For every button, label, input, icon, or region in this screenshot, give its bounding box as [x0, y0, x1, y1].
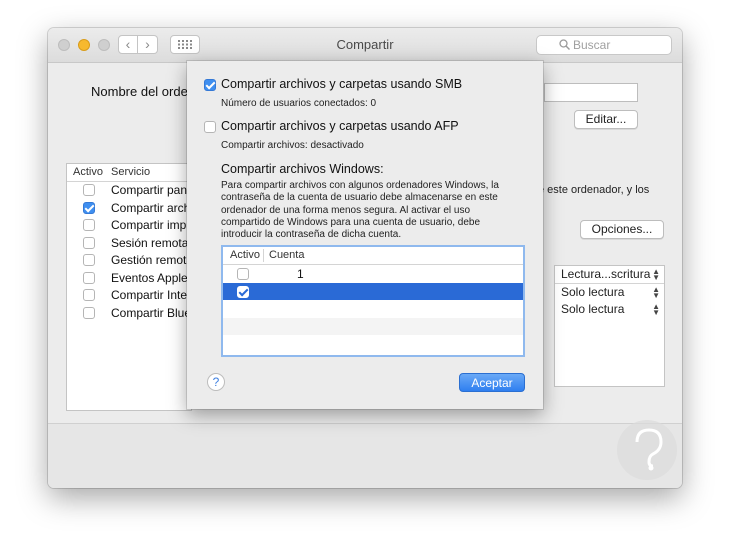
service-checkbox[interactable] [83, 306, 95, 319]
accounts-table-header: Activo Cuenta [223, 247, 523, 265]
smb-status: Número de usuarios conectados: 0 [221, 98, 377, 109]
services-table: Activo Servicio Compartir panta Compartir… [66, 163, 192, 411]
service-checkbox[interactable] [83, 289, 95, 301]
service-checkbox[interactable] [83, 201, 95, 214]
service-row[interactable]: Compartir impre [67, 217, 191, 235]
smb-options-sheet: Compartir archivos y carpetas usando SMB… [187, 61, 543, 409]
column-service[interactable]: Servicio [111, 166, 150, 178]
service-label: Compartir Bluet [111, 305, 192, 320]
service-checkbox[interactable] [83, 184, 95, 196]
service-checkbox[interactable] [83, 254, 95, 266]
accept-button[interactable]: Aceptar [459, 373, 525, 392]
service-row[interactable]: Compartir archi [67, 200, 191, 218]
empty-row [223, 317, 523, 335]
service-row[interactable]: Gestión remota [67, 252, 191, 270]
updown-icon: ▲ ▼ [652, 285, 660, 300]
empty-row [223, 300, 523, 318]
updown-icon: ▲ ▼ [652, 267, 660, 282]
service-checkbox[interactable] [83, 219, 95, 231]
account-checkbox[interactable] [237, 268, 249, 280]
account-name: 1 [297, 267, 304, 281]
options-button[interactable]: Opciones... [580, 220, 664, 239]
service-label: Gestión remota [111, 253, 192, 267]
service-checkbox[interactable] [83, 271, 95, 284]
windows-sharing-description: Para compartir archivos con algunos orde… [221, 180, 499, 241]
service-checkbox[interactable] [83, 236, 95, 249]
permission-value: Solo lectura [561, 302, 625, 316]
search-placeholder: Buscar [573, 38, 611, 52]
service-row[interactable]: Eventos Apple r [67, 270, 191, 288]
account-checkbox[interactable] [237, 285, 249, 298]
permissions-header-label: Lectura...scritura [561, 267, 651, 281]
column-active[interactable]: Activo [230, 249, 260, 261]
column-divider [263, 249, 264, 262]
permissions-header[interactable]: Lectura...scritura ▲ ▼ [555, 266, 664, 284]
computer-name-field[interactable] [544, 83, 638, 102]
smb-checkbox[interactable] [204, 79, 216, 91]
account-row[interactable]: 1 [223, 265, 523, 283]
permission-value: Solo lectura [561, 285, 625, 299]
permissions-table: Lectura...scritura ▲ ▼ Solo lectura ▲ ▼ So… [554, 265, 665, 387]
updown-icon: ▲ ▼ [652, 302, 660, 317]
empty-row [223, 335, 523, 353]
service-row[interactable]: Compartir Bluet [67, 305, 191, 323]
accounts-table: Activo Cuenta 1 [221, 245, 525, 357]
permission-row[interactable]: Solo lectura ▲ ▼ [555, 301, 664, 318]
permission-row[interactable]: Solo lectura ▲ ▼ [555, 284, 664, 301]
windows-sharing-title: Compartir archivos Windows: [221, 162, 384, 176]
service-row[interactable]: Sesión remota [67, 235, 191, 253]
column-account[interactable]: Cuenta [269, 249, 304, 261]
afp-status: Compartir archivos: desactivado [221, 140, 364, 151]
service-description: e este ordenador, y los [538, 184, 650, 196]
help-button[interactable]: ? [207, 373, 225, 391]
column-active[interactable]: Activo [73, 166, 103, 178]
computer-name-label: Nombre del ordena [91, 84, 203, 99]
services-table-header: Activo Servicio [67, 164, 191, 182]
edit-button[interactable]: Editar... [574, 110, 638, 129]
search-input[interactable]: Buscar [536, 35, 672, 55]
window-footer [48, 423, 682, 488]
service-row[interactable]: Compartir Intern [67, 287, 191, 305]
service-label: Eventos Apple r [111, 270, 192, 285]
afp-label[interactable]: Compartir archivos y carpetas usando AFP [221, 119, 459, 133]
afp-checkbox[interactable] [204, 121, 216, 133]
service-label: Compartir impre [111, 218, 192, 232]
watermark-logo [617, 420, 677, 480]
search-icon [559, 39, 570, 50]
service-row[interactable]: Compartir panta [67, 182, 191, 200]
smb-label[interactable]: Compartir archivos y carpetas usando SMB [221, 77, 462, 91]
service-label: Compartir archi [111, 200, 192, 215]
services-list: Compartir panta Compartir archi Compartir … [67, 182, 191, 322]
help-icon: ? [212, 375, 220, 389]
account-row-selected[interactable] [223, 282, 523, 300]
service-label: Sesión remota [111, 235, 189, 250]
service-label: Compartir panta [111, 183, 192, 197]
title-bar: ‹ › Compartir Buscar [48, 28, 682, 63]
service-label: Compartir Intern [111, 288, 192, 302]
